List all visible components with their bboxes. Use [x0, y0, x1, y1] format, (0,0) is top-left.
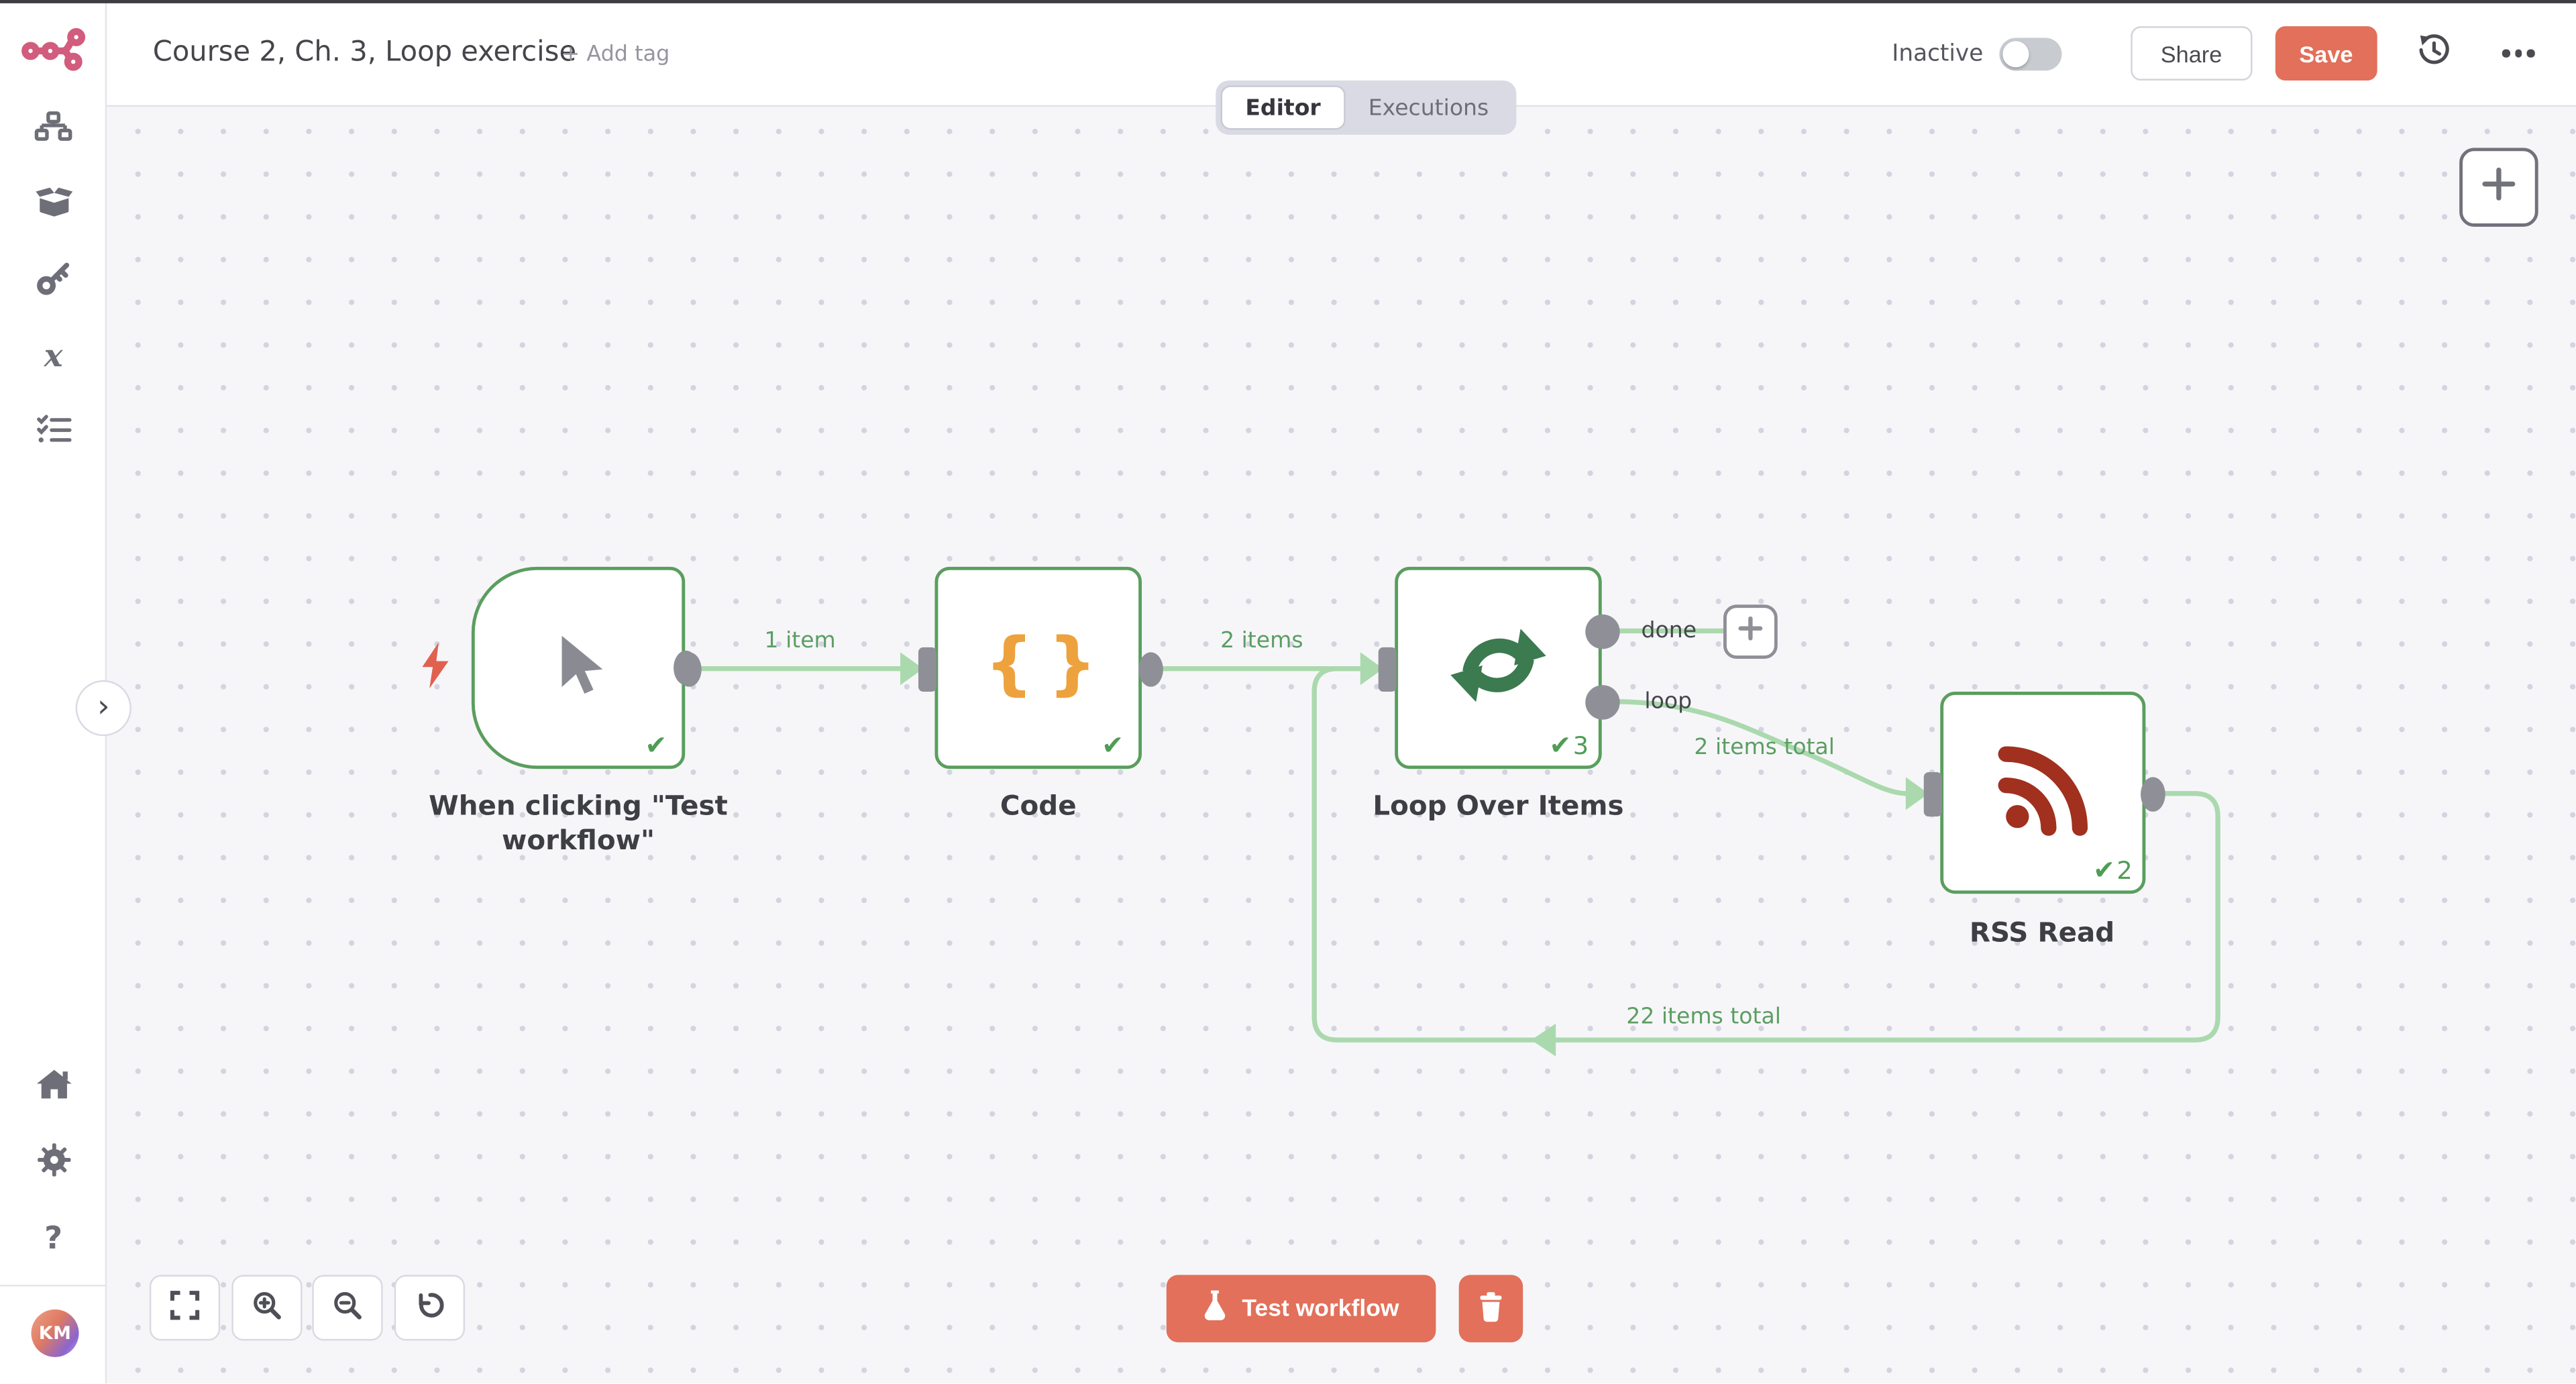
- rss-run-count: 2: [2116, 856, 2132, 886]
- home-icon: [36, 1068, 72, 1108]
- loop-output-loop-connector[interactable]: [1585, 685, 1619, 719]
- loop-output-done-connector[interactable]: [1585, 615, 1619, 649]
- active-toggle[interactable]: [2000, 37, 2062, 70]
- sidebar-item-templates[interactable]: [27, 187, 79, 223]
- executions-icon: [36, 413, 72, 452]
- workflow-canvas[interactable]: [107, 107, 2576, 1383]
- edge-label-2-items-total: 2 items total: [1694, 735, 1835, 761]
- rss-success-check-icon: ✔2: [2093, 854, 2133, 886]
- templates-icon: [34, 186, 73, 225]
- view-tabs: Editor Executions: [1216, 81, 1517, 135]
- code-braces-icon: { }: [985, 623, 1092, 713]
- reset-zoom-button[interactable]: [394, 1275, 464, 1340]
- n8n-logo-icon[interactable]: [21, 26, 87, 78]
- variables-icon: x: [44, 338, 63, 374]
- fit-view-button[interactable]: [150, 1275, 220, 1340]
- loop-success-check-icon: ✔3: [1550, 729, 1589, 761]
- trigger-bolt-icon: [421, 643, 453, 695]
- settings-icon: [36, 1142, 72, 1185]
- avatar-initials: KM: [39, 1322, 72, 1344]
- more-options-button[interactable]: [2499, 43, 2538, 64]
- zoom-out-button[interactable]: [312, 1275, 382, 1340]
- inactive-label: Inactive: [1892, 40, 1983, 66]
- sidebar-expand-button[interactable]: ›: [76, 680, 131, 736]
- canvas-controls: [150, 1275, 464, 1340]
- rss-input-connector[interactable]: [1924, 772, 1942, 816]
- node-label-loop: Loop Over Items: [1318, 789, 1679, 824]
- add-tag-button[interactable]: + Add tag: [562, 43, 670, 68]
- flask-icon: [1203, 1289, 1228, 1327]
- workflows-icon: [34, 109, 72, 150]
- history-clock-icon: [2416, 33, 2451, 74]
- code-output-connector[interactable]: [1138, 652, 1163, 686]
- node-code[interactable]: { } ✔: [934, 567, 1142, 769]
- node-rss-read[interactable]: ✔2: [1940, 692, 2145, 894]
- port-label-done: done: [1642, 618, 1697, 644]
- trigger-success-check-icon: ✔: [645, 729, 667, 761]
- window-top-edge: [0, 0, 2576, 3]
- node-label-rss: RSS Read: [1894, 915, 2190, 951]
- sidebar-item-home[interactable]: [27, 1069, 79, 1106]
- fit-view-icon: [169, 1289, 201, 1326]
- version-history-button[interactable]: [2414, 34, 2453, 73]
- undo-icon: [413, 1289, 445, 1326]
- node-label-code: Code: [907, 789, 1170, 824]
- edge-label-2-items: 2 items: [1220, 628, 1303, 654]
- rss-output-connector[interactable]: [2141, 777, 2165, 811]
- sidebar-item-help[interactable]: ?: [27, 1221, 79, 1257]
- credentials-icon: [36, 260, 70, 301]
- loop-run-count: 3: [1573, 731, 1589, 761]
- edge-label-1-item: 1 item: [765, 628, 836, 654]
- tab-editor[interactable]: Editor: [1221, 85, 1346, 129]
- sidebar-item-executions[interactable]: [27, 414, 79, 450]
- avatar[interactable]: KM: [32, 1310, 79, 1357]
- help-icon: ?: [44, 1221, 62, 1257]
- cursor-icon: [549, 632, 608, 704]
- node-loop-over-items[interactable]: ✔3: [1395, 567, 1602, 769]
- save-button[interactable]: Save: [2275, 26, 2378, 81]
- app-window: x: [0, 0, 2576, 1384]
- test-workflow-button[interactable]: Test workflow: [1167, 1275, 1436, 1342]
- loop-sync-icon: [1448, 614, 1550, 723]
- code-success-check-icon: ✔: [1102, 729, 1124, 761]
- add-node-button[interactable]: [2459, 148, 2538, 227]
- zoom-in-icon: [250, 1289, 282, 1326]
- plus-icon: [1738, 616, 1763, 647]
- trigger-output-connector[interactable]: [677, 652, 702, 686]
- sidebar-item-credentials[interactable]: [27, 263, 79, 299]
- workflow-title[interactable]: Course 2, Ch. 3, Loop exercise: [153, 36, 576, 69]
- zoom-in-button[interactable]: [231, 1275, 301, 1340]
- plus-icon: [2481, 166, 2517, 209]
- sidebar-item-variables[interactable]: x: [27, 338, 79, 374]
- tab-executions[interactable]: Executions: [1345, 85, 1511, 129]
- node-label-trigger: When clicking "Test workflow": [414, 789, 743, 859]
- toggle-knob-icon: [2003, 40, 2029, 66]
- rss-icon: [1997, 743, 2089, 842]
- chevron-right-icon: ›: [97, 691, 110, 723]
- node-trigger[interactable]: ✔: [472, 567, 685, 769]
- port-label-loop: loop: [1644, 688, 1692, 714]
- sidebar-item-workflows[interactable]: [27, 112, 79, 148]
- delete-workflow-run-button[interactable]: [1458, 1275, 1523, 1342]
- sidebar-item-settings[interactable]: [27, 1145, 79, 1181]
- run-bar: Test workflow: [1167, 1275, 1522, 1342]
- add-node-after-done-button[interactable]: [1723, 604, 1778, 659]
- loop-input-connector[interactable]: [1379, 647, 1397, 692]
- sidebar-divider: [0, 1285, 107, 1286]
- trash-icon: [1477, 1291, 1505, 1327]
- share-button[interactable]: Share: [2131, 26, 2252, 81]
- more-options-icon: [2502, 50, 2510, 57]
- test-workflow-label: Test workflow: [1242, 1295, 1399, 1322]
- code-input-connector[interactable]: [918, 647, 936, 692]
- zoom-out-icon: [332, 1289, 364, 1326]
- edge-label-22-items-total: 22 items total: [1626, 1004, 1781, 1030]
